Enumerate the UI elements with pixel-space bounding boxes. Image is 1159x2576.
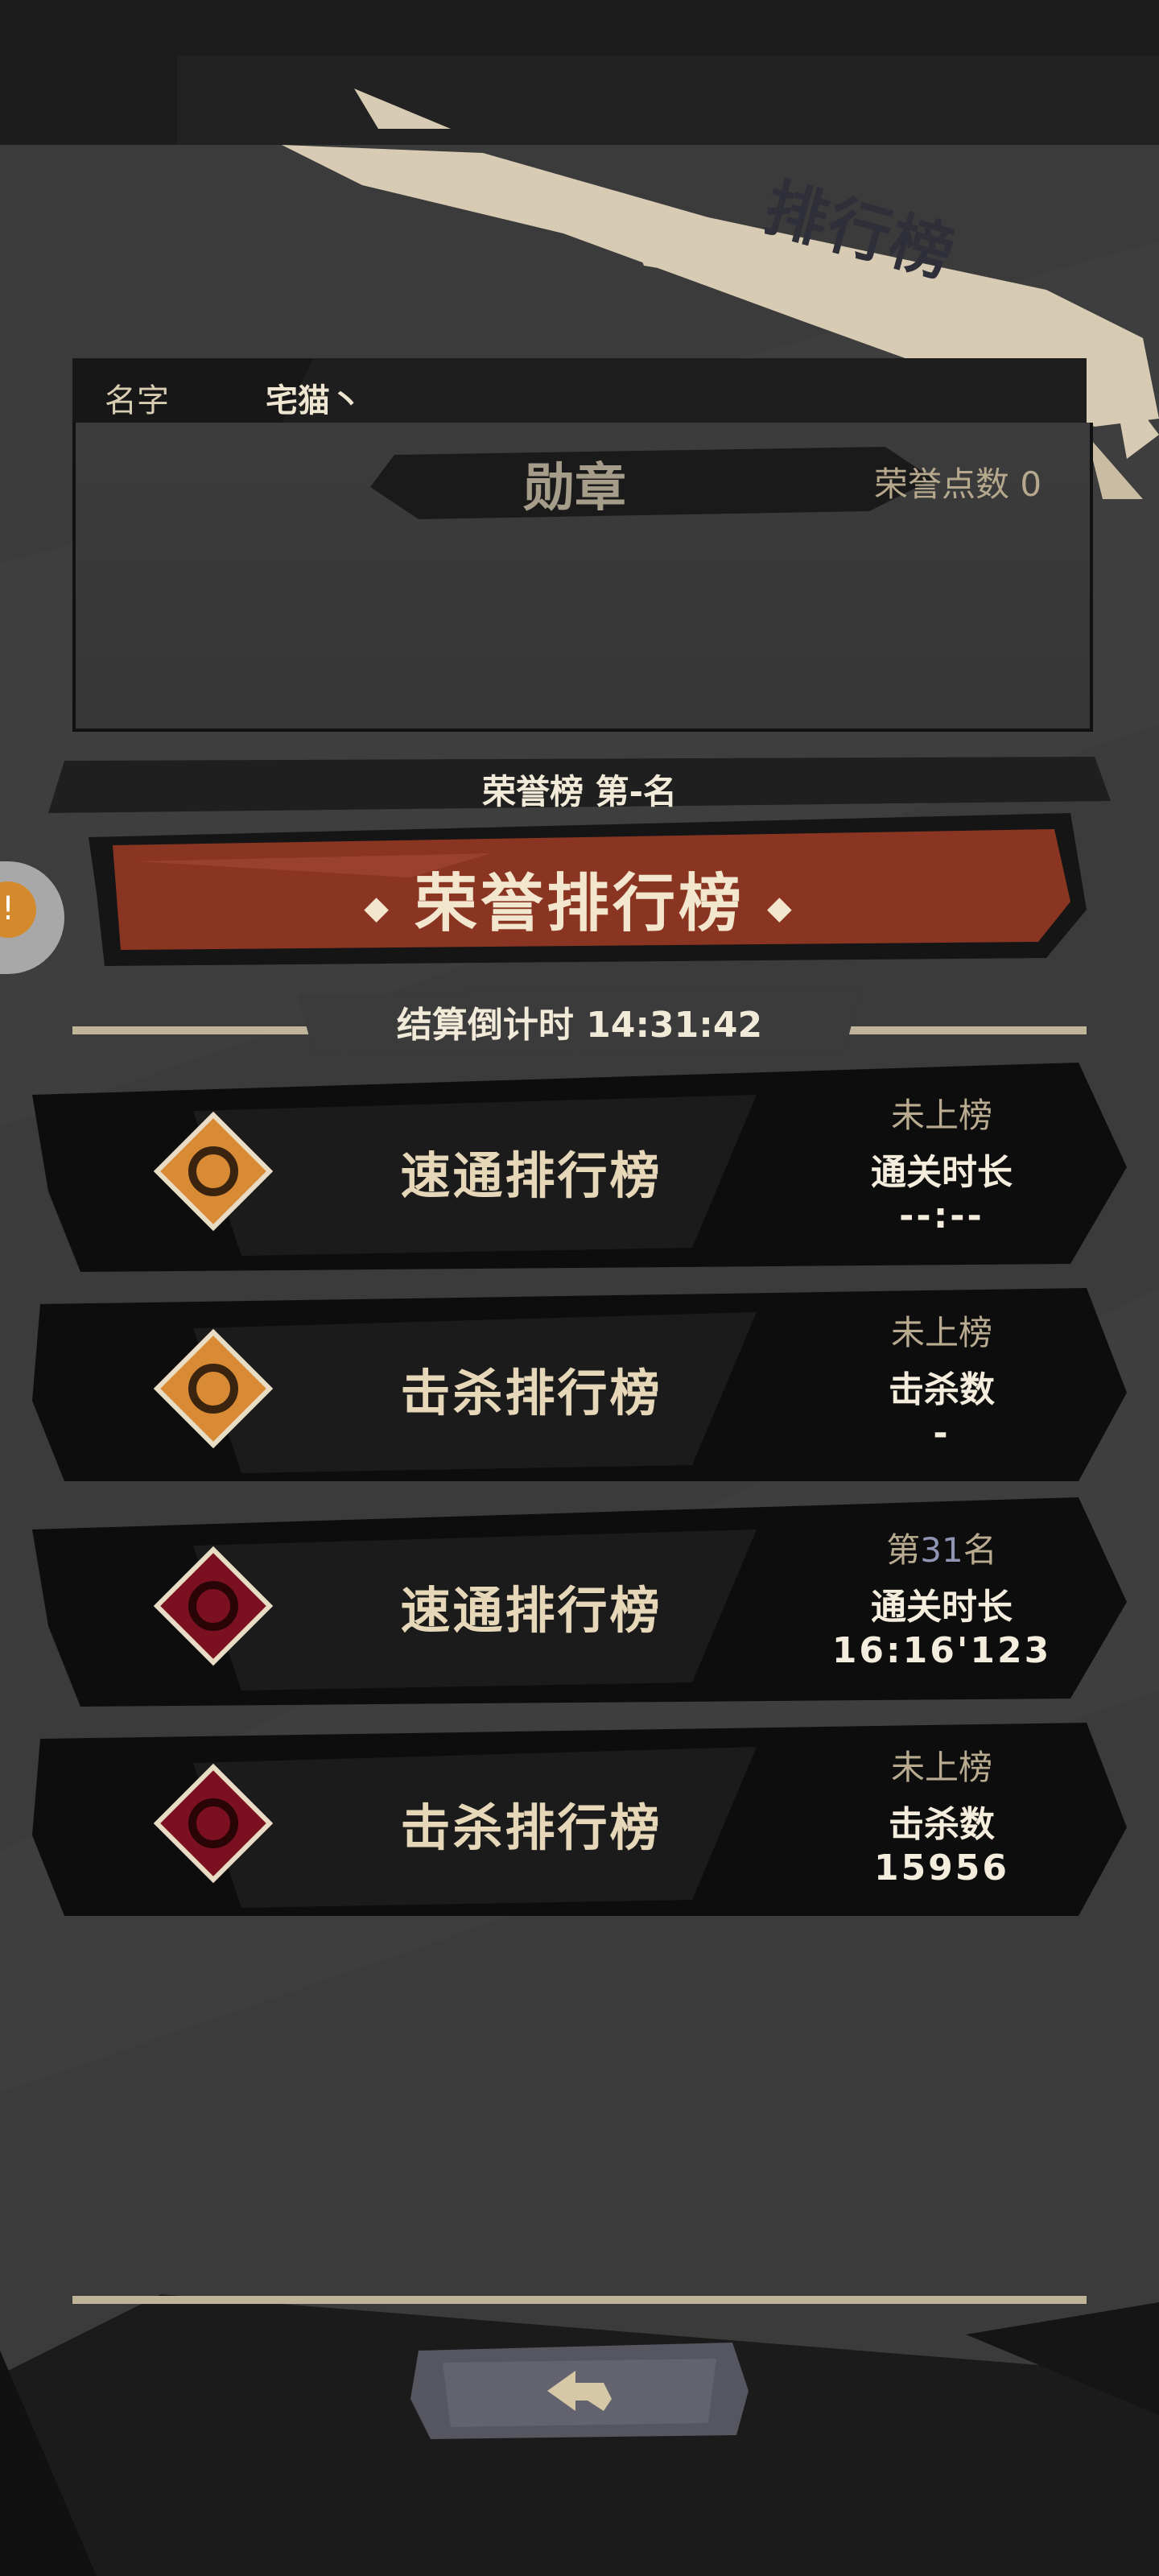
rank-status: 第31名 [886,1530,997,1570]
player-name: 宅猫丶 [266,382,362,419]
settlement-countdown: 结算倒计时 14:31:42 [396,1005,763,1046]
top-bar [0,0,1159,145]
honor-points: 荣誉点数 0 [874,464,1042,504]
metric-value: - [933,1413,951,1454]
rank-number: 31 [920,1530,963,1570]
leaderboard-row-kills-normal[interactable]: 击杀排行榜 未上榜 击杀数 - [32,1280,1127,1489]
honor-leaderboard-button[interactable]: ◆ 荣誉排行榜 ◆ [0,853,1159,943]
leaderboard-row-speedrun-normal[interactable]: 速通排行榜 未上榜 通关时长 --:-- [32,1063,1127,1272]
page-title: 排行榜 [757,171,963,292]
honor-leaderboard-label: 荣誉排行榜 [414,868,744,940]
rank-status: 未上榜 [890,1096,992,1135]
orange-diamond-emblem-icon [153,1328,274,1449]
medal-title: 勋章 [523,459,626,518]
crimson-diamond-emblem-icon [153,1763,274,1884]
row-title: 击杀排行榜 [400,1798,662,1857]
metric-label: 击杀数 [889,1804,995,1845]
metric-label: 通关时长 [871,1587,1013,1628]
divider-bottom [72,2296,1087,2304]
row-title: 速通排行榜 [400,1581,662,1640]
metric-value: 16:16'123 [831,1630,1052,1671]
name-label: 名字 [105,382,169,419]
row-title: 速通排行榜 [400,1146,662,1205]
metric-value: 15956 [873,1847,1010,1889]
row-title: 击杀排行榜 [400,1364,662,1422]
metric-value: --:-- [899,1195,984,1236]
back-button[interactable] [410,2334,749,2447]
honor-rank-text: 荣誉榜 第-名 [481,772,678,811]
leaderboard-row-kills-hard[interactable]: 击杀排行榜 未上榜 击杀数 15956 [32,1715,1127,1924]
orange-diamond-emblem-icon [153,1111,274,1232]
diamond-left-icon: ◆ [364,889,392,927]
name-bar-bg [72,358,1087,423]
rank-status: 未上榜 [890,1313,992,1352]
rank-status: 未上榜 [890,1748,992,1787]
leaderboard-row-speedrun-hard[interactable]: 速通排行榜 第31名 通关时长 16:16'123 [32,1497,1127,1707]
crimson-diamond-emblem-icon [153,1546,274,1666]
metric-label: 击杀数 [889,1369,995,1410]
diamond-right-icon: ◆ [767,889,795,927]
metric-label: 通关时长 [871,1152,1013,1193]
